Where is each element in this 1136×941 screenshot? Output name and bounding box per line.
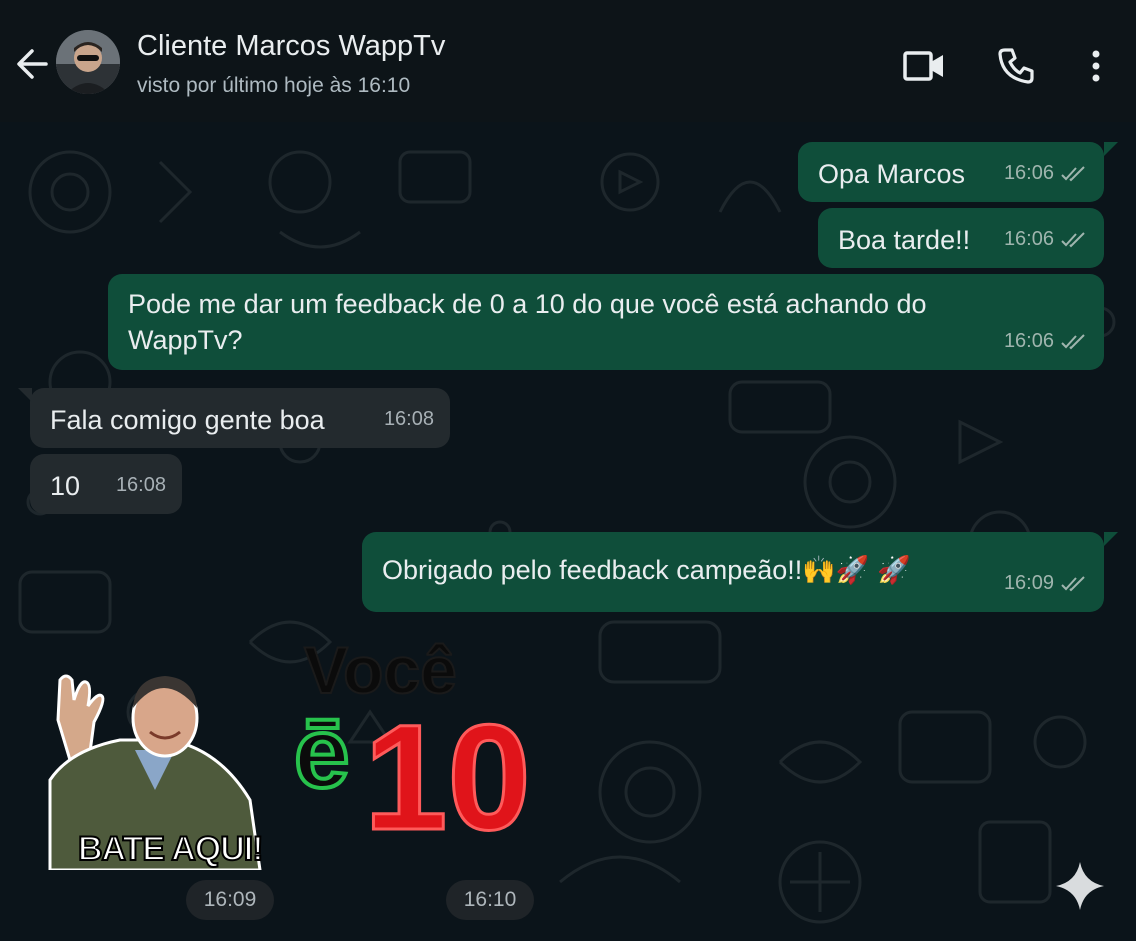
double-check-icon — [1061, 333, 1085, 349]
video-call-icon[interactable] — [900, 42, 948, 90]
message-text-line2: WappTv? — [128, 325, 243, 355]
message-meta: 16:08 — [384, 401, 434, 438]
message-meta: 16:06 — [1004, 221, 1088, 258]
message-text: 10 — [50, 471, 81, 501]
message-time: 16:06 — [1003, 228, 1054, 250]
contact-name[interactable]: Cliente Marcos WappTv — [137, 30, 445, 63]
back-arrow-icon[interactable] — [14, 44, 50, 84]
message-time: 16:06 — [1003, 330, 1054, 352]
message-meta: 16:08 — [116, 467, 166, 504]
phone-icon[interactable] — [992, 42, 1040, 90]
sticker-caption: BATE AQUI! — [77, 829, 265, 869]
more-options-icon[interactable] — [1072, 42, 1120, 90]
sticker-time: 16:09 — [186, 880, 274, 920]
message-bubble-outgoing[interactable]: Boa tarde!! 16:06 — [818, 208, 1104, 268]
message-meta: 16:09 — [1004, 565, 1088, 602]
message-text: Boa tarde!! — [838, 225, 971, 255]
last-seen-status: visto por último hoje às 16:10 — [137, 74, 411, 97]
sparkle-icon — [1056, 862, 1104, 910]
bubble-tail — [1104, 532, 1118, 546]
bubble-tail — [18, 388, 32, 402]
sticker-caption-e: ē — [292, 695, 352, 811]
sticker-voce-e-10[interactable]: Você ē 10 — [290, 632, 540, 872]
sticker-time: 16:10 — [446, 880, 534, 920]
message-time: 16:09 — [1003, 572, 1054, 594]
message-bubble-incoming[interactable]: 10 16:08 — [30, 454, 182, 514]
message-bubble-outgoing[interactable]: Obrigado pelo feedback campeão!!🙌🚀 🚀 16:… — [362, 532, 1104, 612]
message-text: Fala comigo gente boa — [50, 405, 325, 435]
double-check-icon — [1061, 231, 1085, 247]
double-check-icon — [1061, 165, 1085, 181]
chat-header: Cliente Marcos WappTv visto por último h… — [0, 0, 1136, 122]
message-meta: 16:06 — [1004, 155, 1088, 192]
contact-avatar[interactable] — [56, 30, 120, 94]
double-check-icon — [1061, 575, 1085, 591]
message-text: Obrigado pelo feedback campeão!!🙌🚀 🚀 — [382, 555, 911, 585]
message-meta: 16:06 — [1004, 323, 1088, 360]
message-time: 16:06 — [1003, 162, 1054, 184]
bubble-tail — [1104, 142, 1118, 156]
message-bubble-outgoing[interactable]: Pode me dar um feedback de 0 a 10 do que… — [108, 274, 1104, 370]
sticker-caption-10: 10 — [363, 693, 533, 861]
message-bubble-incoming[interactable]: Fala comigo gente boa 16:08 — [30, 388, 450, 448]
chat-area[interactable]: Opa Marcos 16:06 Boa tarde!! 16:06 Pode … — [0, 122, 1136, 941]
message-time: 16:08 — [115, 474, 166, 496]
message-bubble-outgoing[interactable]: Opa Marcos 16:06 — [798, 142, 1104, 202]
message-text: Opa Marcos — [818, 159, 966, 189]
message-time: 16:08 — [383, 408, 434, 430]
message-text-line1: Pode me dar um feedback de 0 a 10 do que… — [128, 289, 927, 319]
sticker-bate-aqui[interactable]: BATE AQUI! — [30, 670, 270, 872]
